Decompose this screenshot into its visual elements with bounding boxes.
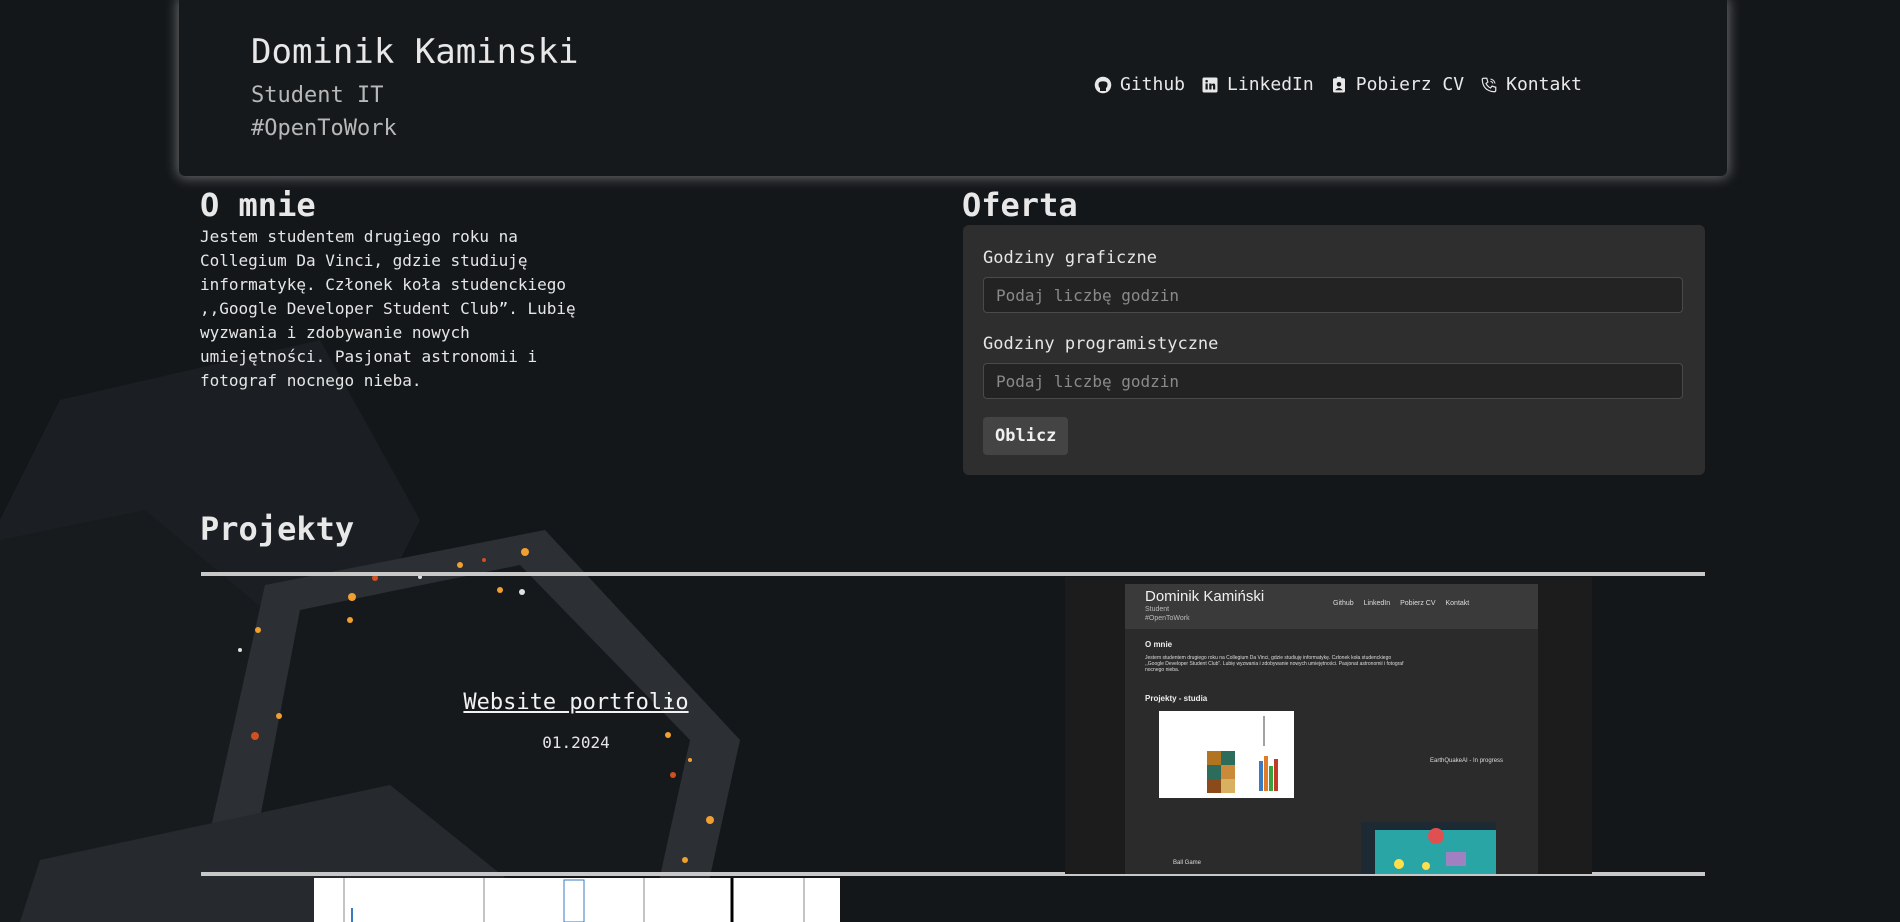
nav-contact-label: Kontakt: [1506, 74, 1582, 95]
nav-github-label: Github: [1120, 74, 1186, 95]
about-text: Jestem studentem drugiego roku na Colleg…: [200, 227, 576, 390]
nav-contact-link[interactable]: Kontakt: [1480, 74, 1582, 95]
about-title: O mnie: [200, 186, 316, 224]
thumbnail-projects-title: Projekty - studia: [1145, 694, 1208, 703]
offer-form: Godziny graficzne Godziny programistyczn…: [963, 225, 1705, 475]
thumbnail-nav-item: LinkedIn: [1363, 600, 1391, 607]
nav-linkedin-label: LinkedIn: [1227, 74, 1314, 95]
owner-subtitle: Student IT: [251, 83, 384, 108]
thumbnail-header: Dominik Kamiński Student #OpenToWork Git…: [1125, 584, 1538, 629]
project-date: 01.2024: [542, 733, 610, 752]
nav-download-cv-link[interactable]: Pobierz CV: [1330, 74, 1464, 95]
project-chart-preview: [314, 878, 840, 922]
thumbnail-project-ballgame: Ball Game: [1173, 860, 1202, 866]
phone-icon: [1481, 77, 1497, 92]
thumbnail-nav-item: Github: [1333, 600, 1354, 607]
calculate-button[interactable]: Oblicz: [983, 417, 1069, 455]
open-to-work-tag: #OpenToWork: [251, 116, 397, 141]
nav-github-link[interactable]: Github: [1094, 74, 1185, 95]
header-nav: Github LinkedIn Pobierz CV Kontakt: [1094, 74, 1582, 95]
thumbnail-about-text: Jestem studentem drugiego roku na Colleg…: [1145, 655, 1404, 673]
thumbnail-nav-item: Kontakt: [1445, 600, 1470, 607]
project-thumbnail[interactable]: Dominik Kamiński Student #OpenToWork Git…: [1065, 577, 1592, 874]
projects-title: Projekty: [200, 510, 355, 548]
thumbnail-nav-item: Pobierz CV: [1400, 600, 1436, 607]
graphic-hours-label: Godziny graficzne: [983, 248, 1157, 268]
offer-title: Oferta: [962, 186, 1078, 224]
programming-hours-label: Godziny programistyczne: [983, 334, 1219, 354]
nav-download-cv-label: Pobierz CV: [1355, 74, 1465, 95]
thumbnail-screenshot: Dominik Kamiński Student #OpenToWork Git…: [1125, 584, 1538, 874]
thumbnail-about-title: O mnie: [1145, 640, 1173, 649]
id-badge-icon: [1332, 76, 1345, 92]
thumbnail-project-earthquake: EarthQuakeAI - In progress: [1430, 758, 1504, 764]
site-owner-name: Dominik Kaminski: [251, 32, 579, 72]
project-title-link[interactable]: Website portfolio: [360, 690, 792, 715]
thumbnail-game-image: [1361, 822, 1496, 874]
thumbnail-name: Dominik Kamiński: [1145, 588, 1265, 605]
projects-divider-top: [201, 572, 1705, 576]
site-header: Dominik Kaminski Student IT #OpenToWork …: [179, 0, 1727, 176]
linkedin-icon: [1202, 77, 1218, 92]
thumbnail-hashtag: #OpenToWork: [1145, 615, 1190, 622]
thumbnail-nav: Github LinkedIn Pobierz CV Kontakt: [1333, 600, 1469, 607]
github-icon: [1094, 76, 1112, 93]
programming-hours-input[interactable]: [983, 363, 1683, 399]
nav-linkedin-link[interactable]: LinkedIn: [1201, 74, 1314, 95]
thumbnail-chart-image: [1159, 711, 1294, 798]
graphic-hours-input[interactable]: [983, 277, 1683, 313]
thumbnail-subtitle: Student: [1145, 606, 1170, 613]
